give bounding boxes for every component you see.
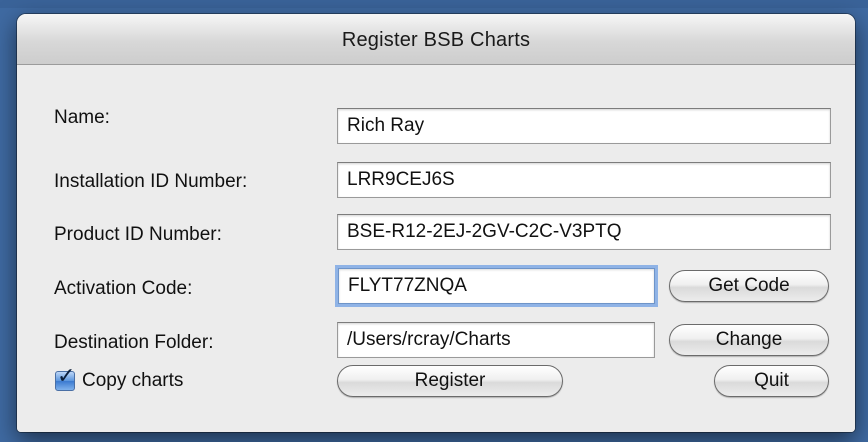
window-title: Register BSB Charts <box>341 29 531 51</box>
destination-folder-label: Destination Folder: <box>54 332 214 353</box>
product-id-field[interactable] <box>337 214 831 250</box>
installation-id-label: Installation ID Number: <box>54 171 248 192</box>
name-label: Name: <box>54 107 110 128</box>
checkmark-icon: ✓ <box>57 363 76 388</box>
dialog-content: Name: Installation ID Number: Product ID… <box>17 65 855 432</box>
activation-code-label: Activation Code: <box>54 278 193 299</box>
destination-folder-field[interactable] <box>337 322 655 358</box>
copy-charts-option[interactable]: ✓ Copy charts <box>55 365 184 392</box>
window-titlebar[interactable]: Register BSB Charts <box>17 14 855 65</box>
register-dialog-window: Register BSB Charts Name: Installation I… <box>17 14 855 432</box>
desktop-background <box>0 0 868 8</box>
name-field[interactable] <box>337 108 831 144</box>
activation-code-field[interactable] <box>338 268 655 304</box>
product-id-label: Product ID Number: <box>54 224 222 245</box>
quit-button[interactable]: Quit <box>714 365 829 397</box>
register-button[interactable]: Register <box>337 365 563 397</box>
copy-charts-checkbox[interactable]: ✓ <box>55 365 75 391</box>
copy-charts-label: Copy charts <box>82 370 184 391</box>
change-button[interactable]: Change <box>669 324 829 356</box>
get-code-button[interactable]: Get Code <box>669 270 829 302</box>
installation-id-field[interactable] <box>337 162 831 198</box>
